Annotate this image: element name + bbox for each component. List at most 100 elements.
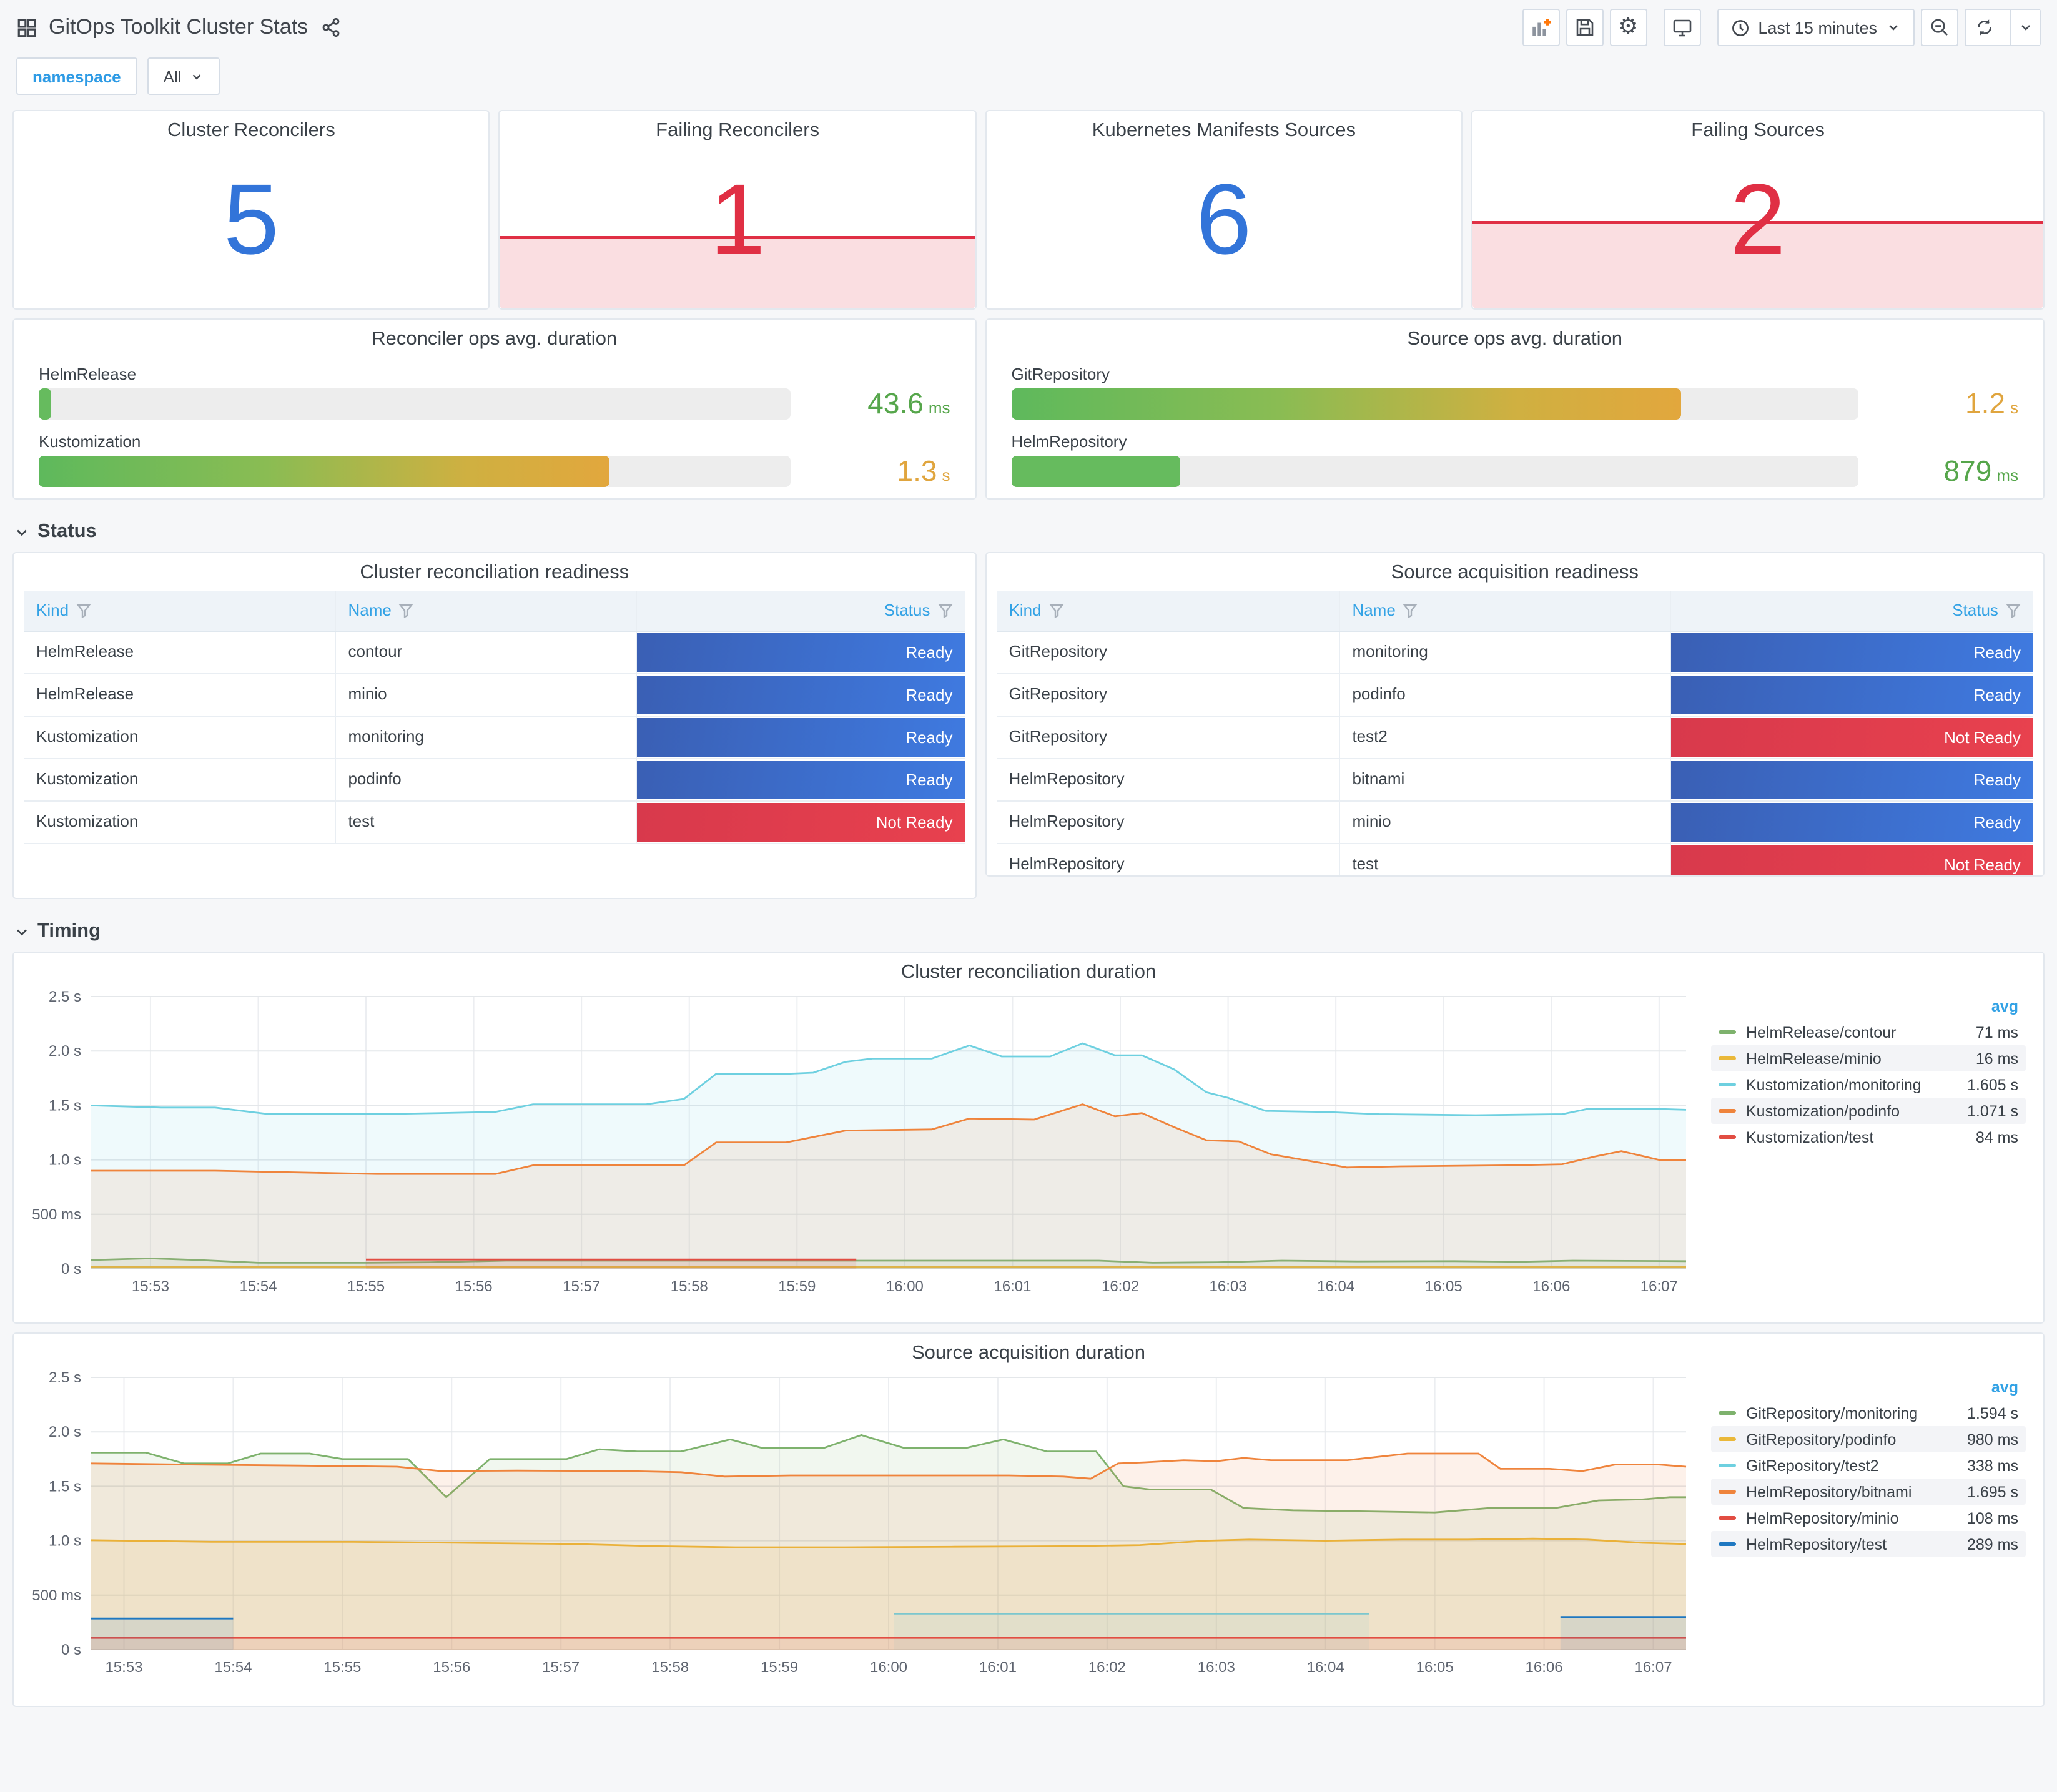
series-color-swatch (1719, 1030, 1736, 1034)
legend-item[interactable]: Kustomization/podinfo 1.071 s (1711, 1098, 2026, 1124)
panel-title[interactable]: Kubernetes Manifests Sources (987, 111, 1462, 142)
status-badge: Ready (636, 718, 965, 757)
readiness-table: Kind Name Status GitRepository monitoring Rea… (996, 591, 2033, 875)
status-badge: Ready (1671, 803, 2033, 842)
column-header-status[interactable]: Status (1670, 591, 2033, 631)
table-row: HelmRepository minio Ready (996, 802, 2033, 844)
table-cell: podinfo (334, 759, 635, 800)
panel-title[interactable]: Cluster reconciliation duration (14, 953, 2043, 984)
series-avg-value: 84 ms (1975, 1128, 2018, 1146)
table-cell: monitoring (334, 717, 635, 758)
column-header-name[interactable]: Name (334, 591, 635, 631)
series-avg-value: 1.594 s (1966, 1404, 2018, 1422)
refresh-icon[interactable] (1966, 10, 2003, 45)
readiness-table: Kind Name Status HelmRelease contour Ready Hel… (24, 591, 965, 844)
status-badge: Ready (636, 761, 965, 799)
svg-text:15:59: 15:59 (761, 1659, 798, 1676)
column-header-kind[interactable]: Kind (24, 591, 334, 631)
panel-title[interactable]: Source acquisition duration (14, 1334, 2043, 1365)
dashboards-grid-icon[interactable] (16, 17, 37, 38)
series-color-swatch (1719, 1411, 1736, 1415)
svg-text:2.5 s: 2.5 s (49, 988, 81, 1005)
legend-avg-header[interactable]: avg (1711, 997, 2026, 1019)
svg-text:15:56: 15:56 (433, 1659, 470, 1676)
legend-item[interactable]: Kustomization/monitoring 1.605 s (1711, 1071, 2026, 1098)
legend-item[interactable]: HelmRepository/minio 108 ms (1711, 1505, 2026, 1531)
table-cell: GitRepository (1009, 642, 1108, 661)
svg-text:15:55: 15:55 (323, 1659, 361, 1676)
legend-avg-header[interactable]: avg (1711, 1377, 2026, 1400)
table-cell: Kustomization (36, 727, 139, 746)
column-header-status[interactable]: Status (635, 591, 965, 631)
svg-text:15:58: 15:58 (671, 1278, 708, 1295)
zoom-out-button[interactable] (1921, 9, 1958, 46)
legend-item[interactable]: GitRepository/podinfo 980 ms (1711, 1426, 2026, 1452)
cycle-view-mode-button[interactable] (1663, 9, 1701, 46)
series-color-swatch (1719, 1542, 1736, 1546)
series-avg-value: 16 ms (1975, 1050, 2018, 1067)
dashboard-header: GitOps Toolkit Cluster Stats ⚙ Last 15 m… (0, 0, 2057, 55)
time-range-picker[interactable]: Last 15 minutes (1717, 9, 1915, 46)
legend-item[interactable]: HelmRelease/minio 16 ms (1711, 1045, 2026, 1071)
gauge-value: 879 ms (1943, 455, 2018, 487)
save-dashboard-button[interactable] (1566, 9, 1604, 46)
time-range-label: Last 15 minutes (1758, 18, 1877, 37)
legend-item[interactable]: GitRepository/monitoring 1.594 s (1711, 1400, 2026, 1426)
legend-item[interactable]: Kustomization/test 84 ms (1711, 1124, 2026, 1150)
time-series-plot[interactable]: 15:53 15:54 15:55 15:56 15:57 15:58 15:59 16:00… (16, 1367, 1704, 1682)
dashboard-settings-button[interactable]: ⚙ (1609, 9, 1647, 46)
table-row: Kustomization test Not Ready (24, 802, 965, 844)
table-row: HelmRelease contour Ready (24, 632, 965, 674)
svg-text:500 ms: 500 ms (32, 1587, 81, 1604)
svg-text:15:55: 15:55 (347, 1278, 385, 1295)
svg-text:15:53: 15:53 (105, 1659, 142, 1676)
svg-text:16:02: 16:02 (1102, 1278, 1139, 1295)
panel-title[interactable]: Source ops avg. duration (987, 320, 2043, 351)
refresh-interval-dropdown[interactable] (2010, 10, 2040, 45)
filter-icon (76, 604, 91, 618)
table-cell: HelmRelease (36, 642, 134, 661)
svg-text:16:03: 16:03 (1210, 1278, 1247, 1295)
legend-item[interactable]: HelmRepository/bitnami 1.695 s (1711, 1479, 2026, 1505)
column-header-name[interactable]: Name (1338, 591, 1670, 631)
grafana-dashboard: GitOps Toolkit Cluster Stats ⚙ Last 15 m… (0, 0, 2057, 1792)
svg-text:15:54: 15:54 (239, 1278, 277, 1295)
legend-item[interactable]: HelmRepository/test 289 ms (1711, 1531, 2026, 1557)
chevron-down-icon (193, 74, 201, 79)
svg-text:1.5 s: 1.5 s (49, 1097, 81, 1114)
table-row: Kustomization podinfo Ready (24, 759, 965, 802)
bar-gauge-body: GitRepository 1.2 s HelmRepository 879 ms (987, 351, 2043, 488)
series-color-swatch (1719, 1516, 1736, 1520)
legend-item[interactable]: HelmRelease/contour 71 ms (1711, 1019, 2026, 1045)
series-avg-value: 1.071 s (1966, 1102, 2018, 1120)
share-icon[interactable] (320, 17, 340, 37)
section-title: Timing (37, 920, 101, 942)
legend-item[interactable]: GitRepository/test2 338 ms (1711, 1452, 2026, 1479)
time-series-plot[interactable]: 15:53 15:54 15:55 15:56 15:57 15:58 15:59 16:00… (16, 987, 1704, 1301)
gauge-track (1011, 388, 1858, 420)
panel-title[interactable]: Reconciler ops avg. duration (14, 320, 975, 351)
panel-title[interactable]: Cluster Reconcilers (14, 111, 489, 142)
variable-value-dropdown[interactable]: All (147, 57, 220, 95)
panel-title[interactable]: Failing Sources (1472, 111, 2043, 142)
series-name: Kustomization/podinfo (1746, 1102, 1900, 1120)
section-row-timing[interactable]: Timing (15, 920, 2042, 943)
gear-icon: ⚙ (1618, 14, 1639, 40)
svg-text:16:00: 16:00 (886, 1278, 924, 1295)
add-panel-button[interactable] (1522, 9, 1560, 46)
series-color-swatch (1719, 1056, 1736, 1060)
section-row-status[interactable]: Status (15, 521, 2042, 543)
series-avg-value: 1.695 s (1966, 1483, 2018, 1500)
svg-text:16:07: 16:07 (1634, 1659, 1672, 1676)
table-row: GitRepository test2 Not Ready (996, 717, 2033, 759)
table-cell: GitRepository (1009, 684, 1108, 703)
column-header-kind[interactable]: Kind (997, 591, 1339, 631)
panel-title[interactable]: Cluster reconciliation readiness (14, 553, 975, 584)
chevron-down-icon (17, 529, 27, 536)
series-color-swatch (1719, 1083, 1736, 1086)
filter-icon (1049, 604, 1064, 618)
panel-title[interactable]: Failing Reconcilers (500, 111, 975, 142)
panel-title[interactable]: Source acquisition readiness (987, 553, 2043, 584)
dashboard-title: GitOps Toolkit Cluster Stats (49, 15, 308, 39)
table-row: GitRepository podinfo Ready (996, 674, 2033, 717)
